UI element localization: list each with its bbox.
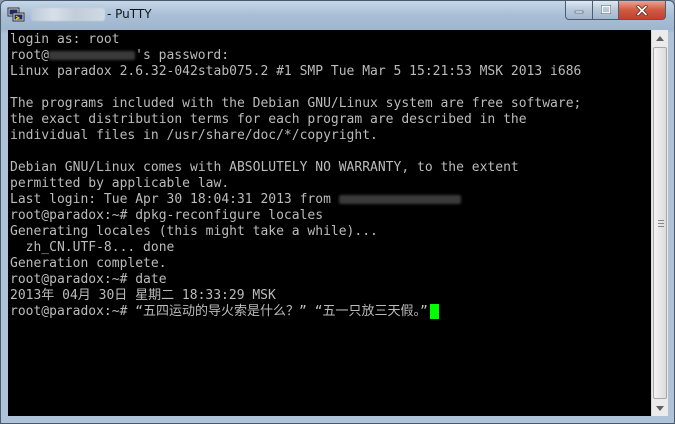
grip-line xyxy=(658,226,664,227)
terminal-line: Last login: Tue Apr 30 18:04:31 2013 fro… xyxy=(10,192,581,208)
maximize-icon xyxy=(600,5,611,14)
terminal-text: Last login: Tue Apr 30 18:04:31 2013 fro… xyxy=(10,192,331,207)
terminal-line: root@paradox:~# dpkg-reconfigure locales xyxy=(10,208,324,223)
vertical-scrollbar[interactable] xyxy=(651,30,668,416)
redacted-ip xyxy=(338,195,461,204)
terminal-cursor xyxy=(429,304,439,319)
scroll-up-button[interactable] xyxy=(652,30,668,46)
terminal-line: root@paradox:~# “五四运动的导火索是什么？” “五一只放三天假。… xyxy=(10,304,581,320)
scroll-thumb[interactable] xyxy=(653,47,667,399)
title-bar[interactable]: - PuTTY xyxy=(1,1,674,29)
terminal-line: zh_CN.UTF-8... done xyxy=(10,240,175,255)
terminal-area[interactable]: login as: root root@ 's password: Linux p… xyxy=(8,30,651,416)
redacted-host xyxy=(49,51,136,60)
terminal-line: The programs included with the Debian GN… xyxy=(10,96,582,111)
arrow-up-icon xyxy=(656,35,664,41)
terminal-line: the exact distribution terms for each pr… xyxy=(10,112,527,127)
minimize-icon xyxy=(574,10,584,14)
grip-line xyxy=(658,223,664,224)
terminal-text: 's password: xyxy=(135,48,230,63)
terminal-line: individual files in /usr/share/doc/*/cop… xyxy=(10,128,378,143)
grip-line xyxy=(658,220,664,221)
putty-window: - PuTTY login as: root root@ 's password:… xyxy=(0,0,675,424)
terminal-line: permitted by applicable law. xyxy=(10,176,230,191)
terminal-line: root@paradox:~# date xyxy=(10,272,167,287)
minimize-button[interactable] xyxy=(565,1,593,20)
putty-app-icon xyxy=(7,7,25,22)
terminal-line: Generation complete. xyxy=(10,256,167,271)
terminal-line: 2013年 04月 30日 星期二 18:33:29 MSK xyxy=(10,288,276,303)
close-button[interactable] xyxy=(618,1,666,20)
arrow-down-icon xyxy=(656,405,664,411)
close-icon xyxy=(636,4,648,16)
redacted-hostname xyxy=(31,8,105,21)
terminal-prompt-text: root@paradox:~# “五四运动的导火索是什么？” “五一只放三天假。… xyxy=(10,304,428,319)
terminal-line: root@ 's password: xyxy=(10,48,581,64)
maximize-button[interactable] xyxy=(592,1,619,20)
scroll-down-button[interactable] xyxy=(652,400,668,416)
terminal-output: login as: root root@ 's password: Linux p… xyxy=(10,32,581,320)
terminal-line: login as: root xyxy=(10,32,120,47)
window-title: - PuTTY xyxy=(107,7,152,21)
terminal-line: Linux paradox 2.6.32-042stab075.2 #1 SMP… xyxy=(10,64,582,79)
terminal-text: root@ xyxy=(10,48,50,63)
terminal-line: Debian GNU/Linux comes with ABSOLUTELY N… xyxy=(10,160,519,175)
terminal-line: Generating locales (this might take a wh… xyxy=(10,224,378,239)
